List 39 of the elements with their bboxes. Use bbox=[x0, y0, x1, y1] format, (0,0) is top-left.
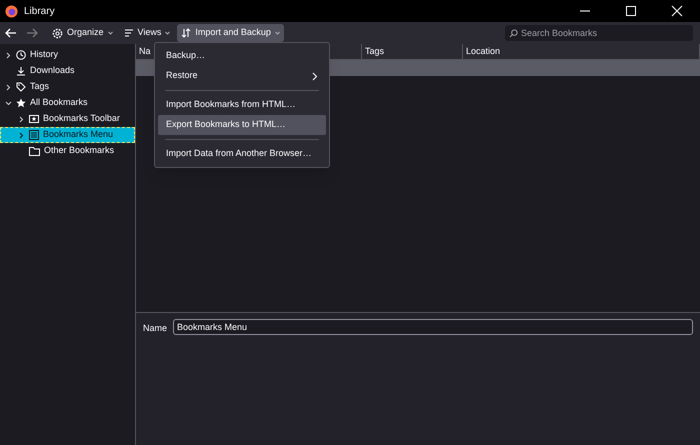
window-title: Library bbox=[24, 4, 55, 18]
tree-item[interactable]: Other Bookmarks bbox=[0, 143, 135, 159]
search-icon bbox=[509, 29, 518, 38]
twisty-expanded-icon[interactable] bbox=[5, 100, 12, 106]
back-icon[interactable] bbox=[4, 26, 18, 40]
twisty-collapsed-icon[interactable] bbox=[18, 132, 25, 138]
tree-item[interactable]: Downloads bbox=[0, 63, 135, 79]
column-header[interactable]: Location bbox=[463, 44, 700, 59]
download-icon bbox=[16, 66, 26, 76]
gear-icon bbox=[52, 28, 63, 38]
tree-item[interactable]: Tags bbox=[0, 79, 135, 95]
toolbar-button[interactable]: Views bbox=[120, 24, 174, 42]
star-box-icon bbox=[29, 114, 39, 124]
tree-item[interactable]: Bookmarks Toolbar bbox=[0, 111, 135, 127]
name-label: Name bbox=[143, 322, 168, 335]
menu-list-icon bbox=[29, 130, 39, 140]
toolbar-button[interactable]: Organize bbox=[48, 24, 117, 42]
toolbar-button[interactable]: Import and Backup bbox=[177, 24, 284, 42]
menu-item[interactable]: Import Bookmarks from HTML… bbox=[158, 95, 326, 115]
tag-icon bbox=[16, 82, 26, 92]
name-field[interactable]: Bookmarks Menu bbox=[173, 319, 693, 335]
tree-item[interactable]: History bbox=[0, 47, 135, 63]
menu-item[interactable]: Export Bookmarks to HTML… bbox=[158, 115, 326, 135]
caret-icon bbox=[274, 31, 280, 35]
tree-item[interactable]: All Bookmarks bbox=[0, 95, 135, 111]
clock-icon bbox=[16, 50, 26, 60]
search-field[interactable]: Search Bookmarks bbox=[505, 25, 693, 41]
caret-icon bbox=[165, 31, 170, 35]
column-header[interactable]: Tags bbox=[362, 44, 463, 59]
menu-item[interactable]: Backup… bbox=[158, 46, 326, 66]
folder-icon bbox=[29, 146, 40, 156]
list-icon bbox=[124, 28, 134, 38]
menu-item[interactable]: Restore bbox=[158, 66, 326, 86]
sort-arrows-icon bbox=[181, 28, 192, 38]
tree-item[interactable]: Bookmarks Menu bbox=[0, 127, 135, 143]
forward-icon[interactable] bbox=[25, 26, 39, 40]
caret-icon bbox=[108, 31, 113, 35]
menu-item[interactable]: Import Data from Another Browser… bbox=[158, 144, 326, 164]
star-icon bbox=[16, 98, 26, 108]
